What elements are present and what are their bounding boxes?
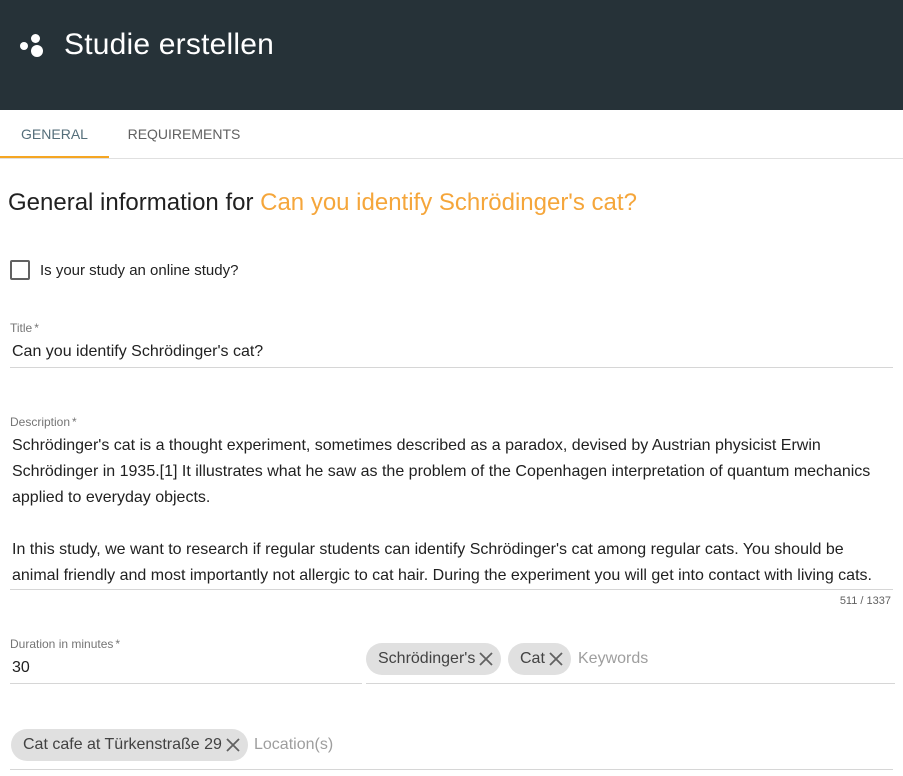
- tab-general[interactable]: General: [0, 110, 109, 158]
- duration-underline: [10, 683, 362, 684]
- keyword-chip-label: Schrödinger's: [378, 650, 476, 667]
- duration-field-label: Duration in minutes *: [10, 637, 120, 651]
- close-icon[interactable]: [224, 736, 242, 754]
- app-toolbar: Studie erstellen: [0, 0, 903, 110]
- heading-prefix: General information for: [8, 189, 261, 216]
- title-input[interactable]: Can you identify Schrödinger's cat?: [12, 343, 263, 361]
- close-icon[interactable]: [477, 650, 495, 668]
- description-label-text: Description: [10, 415, 71, 429]
- active-tab-indicator: [0, 156, 109, 158]
- title-field-label: Title *: [10, 321, 39, 335]
- tab-bar: General Requirements: [0, 110, 903, 159]
- heading-study-name: Can you identify Schrödinger's cat?: [260, 189, 637, 216]
- keywords-underline: [366, 683, 895, 684]
- duration-required-mark: *: [115, 637, 121, 651]
- location-chip: Cat cafe at Türkenstraße 29: [11, 729, 248, 761]
- title-underline: [10, 367, 893, 368]
- app-title: Studie erstellen: [64, 28, 274, 61]
- dots-logo-icon: [20, 34, 46, 60]
- title-required-mark: *: [34, 321, 39, 335]
- online-study-label[interactable]: Is your study an online study?: [40, 262, 238, 279]
- description-paragraph: Schrödinger's cat is a thought experimen…: [12, 437, 871, 506]
- page-heading: General information for Can you identify…: [8, 189, 637, 217]
- location-chip-label: Cat cafe at Türkenstraße 29: [23, 736, 222, 753]
- keyword-chip: Schrödinger's: [366, 643, 502, 675]
- keywords-input[interactable]: Keywords: [578, 650, 648, 668]
- duration-label-text: Duration in minutes: [10, 637, 114, 651]
- tab-requirements[interactable]: Requirements: [109, 110, 259, 158]
- description-textarea[interactable]: Schrödinger's cat is a thought experimen…: [12, 433, 892, 589]
- duration-input[interactable]: 30: [12, 659, 30, 677]
- description-underline: [10, 589, 893, 590]
- locations-input[interactable]: Location(s): [254, 736, 333, 754]
- description-paragraph: In this study, we want to research if re…: [12, 541, 872, 584]
- title-label-text: Title: [10, 321, 33, 335]
- keyword-chip: Cat: [508, 643, 571, 675]
- description-field-label: Description *: [10, 415, 77, 429]
- locations-underline: [10, 769, 893, 770]
- close-icon[interactable]: [547, 650, 565, 668]
- description-required-mark: *: [72, 415, 77, 429]
- keyword-chip-label: Cat: [520, 650, 545, 667]
- online-study-row: Is your study an online study?: [10, 260, 238, 280]
- description-char-counter: 511 / 1337: [839, 595, 891, 607]
- online-study-checkbox[interactable]: [10, 260, 30, 280]
